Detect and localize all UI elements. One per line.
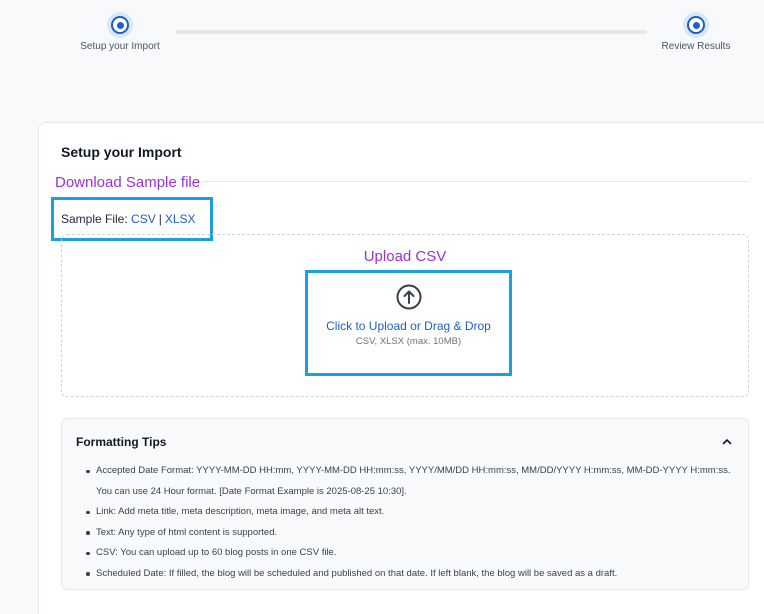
download-sample-annotation: Download Sample file (53, 174, 203, 191)
step-indicator-icon (107, 12, 133, 38)
tip-item: Accepted Date Format: YYYY-MM-DD HH:mm, … (84, 461, 744, 502)
sample-csv-link[interactable]: CSV (131, 212, 156, 226)
upload-hint-text: CSV, XLSX (max. 10MB) (355, 336, 462, 347)
step-setup-import[interactable]: Setup your Import (74, 12, 166, 52)
upload-arrow-icon (396, 284, 421, 310)
tip-item: CSV: You can upload up to 60 blog posts … (84, 543, 744, 564)
chevron-up-icon[interactable] (720, 434, 734, 448)
sample-xlsx-link[interactable]: XLSX (165, 212, 196, 226)
tip-item: Scheduled Date: If filled, the blog will… (84, 564, 744, 585)
step-review-results[interactable]: Review Results (652, 12, 740, 52)
step-indicator-icon (683, 12, 709, 38)
setup-import-card: Setup your Import Download Sample file S… (38, 122, 764, 614)
tip-item: Link: Add meta title, meta description, … (84, 502, 744, 523)
upload-dropzone-area: Upload CSV Click to Upload or Drag & Dro… (61, 234, 749, 397)
upload-dropzone[interactable]: Click to Upload or Drag & Drop CSV, XLSX… (305, 270, 512, 376)
formatting-tips-header: Formatting Tips (76, 435, 167, 449)
formatting-tips-list: Accepted Date Format: YYYY-MM-DD HH:mm, … (84, 461, 744, 584)
step-label: Setup your Import (80, 41, 160, 52)
upload-csv-annotation: Upload CSV (363, 248, 447, 265)
upload-cta-text: Click to Upload or Drag & Drop (326, 319, 491, 333)
sample-file-label: Sample File: (61, 212, 128, 226)
step-label: Review Results (661, 41, 731, 52)
card-title: Setup your Import (61, 144, 182, 160)
formatting-tips-panel: Formatting Tips Accepted Date Format: YY… (61, 418, 749, 590)
stepper-progress-line (176, 30, 647, 34)
import-stepper: Setup your Import Review Results (0, 0, 764, 80)
tip-item: Text: Any type of html content is suppor… (84, 523, 744, 544)
sample-separator: | (158, 212, 162, 226)
